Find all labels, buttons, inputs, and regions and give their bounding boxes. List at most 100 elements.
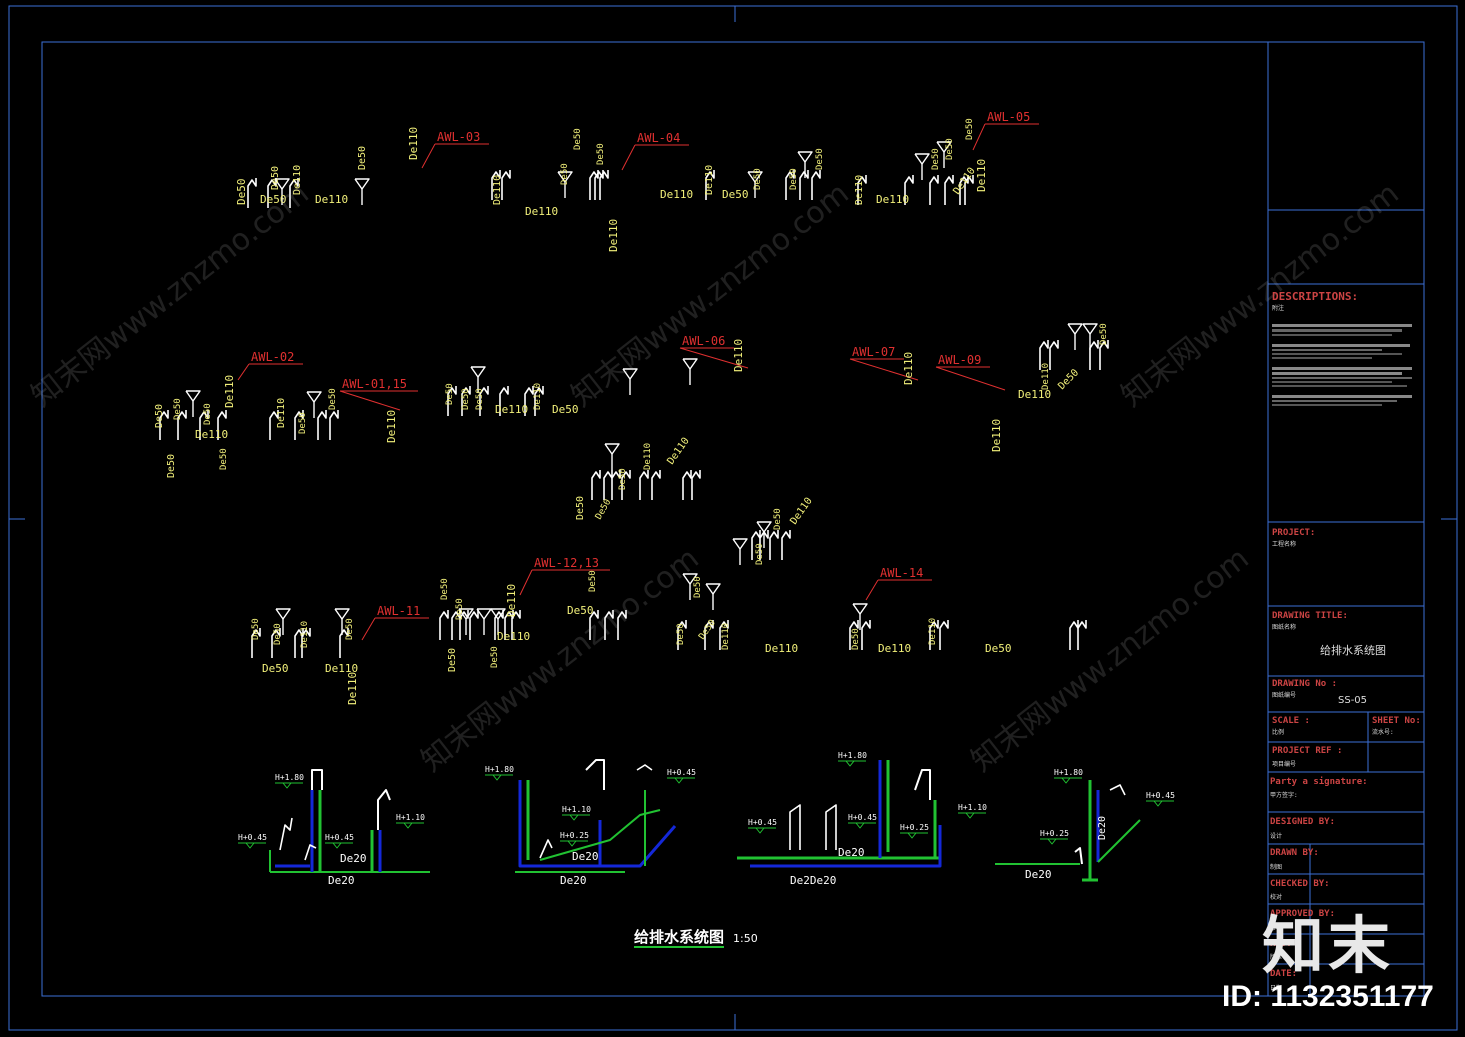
designed-cn: 设计 — [1270, 833, 1283, 840]
pipe-label: De50 — [461, 388, 471, 410]
pipe-label: De50 — [945, 138, 955, 160]
pipe-label: De50 — [455, 598, 465, 620]
pipe-label: De50 — [219, 448, 229, 470]
pipe-label: De110 — [902, 352, 915, 385]
drawn-cn: 制图 — [1270, 864, 1283, 871]
pipe-label: De110 — [497, 630, 530, 643]
drawn-label: DRAWN BY: — [1270, 848, 1319, 858]
project-cn: 工程名称 — [1272, 541, 1297, 548]
pipe-label: De110 — [407, 127, 420, 160]
pipe-label: De110 — [765, 642, 798, 655]
pipe-label: De50 — [588, 570, 598, 592]
pipe-label: De50 — [273, 623, 283, 645]
pipe-label: De50 — [1099, 323, 1109, 345]
party-cn: 甲方签字: — [1270, 792, 1298, 799]
pipe-label: De50 — [251, 618, 261, 640]
descriptions-notes — [1272, 322, 1420, 408]
supply-pipe-label: De20 — [1097, 816, 1108, 840]
pipe-label: De50 — [490, 646, 500, 668]
pipe-label: De110 — [315, 193, 348, 206]
pipe-label: De50 — [440, 578, 450, 600]
riser-tag-label: AWL-01,15 — [342, 377, 407, 391]
pipe-label: De50 — [618, 468, 628, 490]
height-label: H+1.10 — [396, 813, 425, 822]
pipe-label: De110 — [878, 642, 911, 655]
riser-tag-label: AWL-02 — [251, 350, 294, 364]
height-label: H+1.80 — [275, 773, 304, 782]
height-label: H+1.80 — [485, 765, 514, 774]
pipe-label: De50 — [753, 168, 763, 190]
pipe-label: De50 — [789, 168, 799, 190]
checked-label: CHECKED BY: — [1270, 879, 1330, 889]
party-label: Party a signature: — [1270, 777, 1368, 787]
pipe-label: De50 — [755, 543, 765, 565]
pipe-label: De50 — [985, 642, 1012, 655]
image-id: ID: 1132351177 — [1222, 980, 1434, 1013]
pipe-label: De110 — [704, 165, 715, 195]
pipe-label: De110 — [1041, 363, 1051, 390]
riser-tag-label: AWL-09 — [938, 353, 981, 367]
pipe-label: De110 — [195, 428, 228, 441]
project-ref-cn: 项目编号 — [1272, 761, 1297, 768]
site-logo: 知末 — [1262, 909, 1395, 982]
descriptions-heading: DESCRIPTIONS: — [1272, 290, 1359, 303]
height-label: H+0.25 — [560, 831, 589, 840]
pipe-label: De50 — [445, 383, 455, 405]
pipe-label: De110 — [533, 383, 543, 410]
pipe-label: De110 — [300, 621, 310, 648]
pipe-label: De50 — [573, 128, 583, 150]
pipe-label: De110 — [928, 618, 938, 645]
supply-pipe-label: De20 — [340, 852, 367, 865]
drawing-main-title: 给排水系统图 — [634, 928, 724, 946]
height-label: H+1.10 — [958, 803, 987, 812]
pipe-label: De110 — [525, 205, 558, 218]
pipe-label: De50 — [262, 662, 289, 675]
pipe-label: De50 — [357, 146, 368, 170]
pipe-label: De50 — [345, 618, 355, 640]
pipe-label: De50 — [815, 148, 825, 170]
project-label: PROJECT: — [1272, 528, 1316, 538]
supply-pipe-label: De2De20 — [790, 874, 836, 887]
designed-label: DESIGNED BY: — [1270, 817, 1336, 827]
pipe-label: De110 — [975, 159, 988, 192]
supply-pipe-label: De20 — [572, 850, 599, 863]
pipe-label: De110 — [346, 672, 359, 705]
height-label: H+0.45 — [325, 833, 354, 842]
pipe-label: De50 — [270, 166, 281, 190]
pipe-label: De110 — [223, 375, 236, 408]
riser-tag-label: AWL-03 — [437, 130, 480, 144]
sheet-no-label: SHEET No: — [1372, 716, 1421, 726]
pipe-label: De50 — [166, 454, 177, 478]
pipe-label: De50 — [773, 508, 783, 530]
pipe-label: De110 — [492, 175, 503, 205]
height-label: H+0.45 — [748, 818, 777, 827]
pipe-label: De110 — [607, 219, 620, 252]
pipe-label: De50 — [475, 388, 485, 410]
riser-tag-label: AWL-14 — [880, 566, 923, 580]
drawing-title-cn: 图纸名称 — [1272, 624, 1297, 631]
pipe-label: De110 — [876, 193, 909, 206]
pipe-label: De110 — [721, 623, 731, 650]
pipe-label: De50 — [722, 188, 749, 201]
pipe-label: De110 — [276, 398, 287, 428]
scale-label: SCALE : — [1272, 716, 1310, 726]
pipe-label: De50 — [154, 404, 165, 428]
supply-pipe-label: De20 — [328, 874, 355, 887]
drawing-title-label: DRAWING TITLE: — [1272, 611, 1348, 621]
supply-pipe-label: De20 — [1025, 868, 1052, 881]
pipe-label: De110 — [990, 419, 1003, 452]
riser-tag-label: AWL-07 — [852, 345, 895, 359]
drawing-no-cn: 图纸编号 — [1272, 692, 1297, 699]
riser-tag-label: AWL-12,13 — [534, 556, 599, 570]
riser-tag-label: AWL-04 — [637, 131, 680, 145]
height-label: H+0.45 — [1146, 791, 1175, 800]
height-label: H+0.45 — [238, 833, 267, 842]
pipe-label: De50 — [693, 576, 703, 598]
pipe-label: De50 — [173, 398, 183, 420]
drawing-title-value: 给排水系统图 — [1320, 644, 1386, 657]
riser-tag-label: AWL-05 — [987, 110, 1030, 124]
pipe-label: De50 — [851, 628, 861, 650]
plumbing-system-drawing: AWL-03 AWL-04 AWL-05 AWL-02 AWL-01,15 AWL-06 A… — [0, 0, 1465, 1037]
drawing-no-value: SS-05 — [1338, 695, 1368, 706]
pipe-label: De50 — [676, 623, 686, 645]
